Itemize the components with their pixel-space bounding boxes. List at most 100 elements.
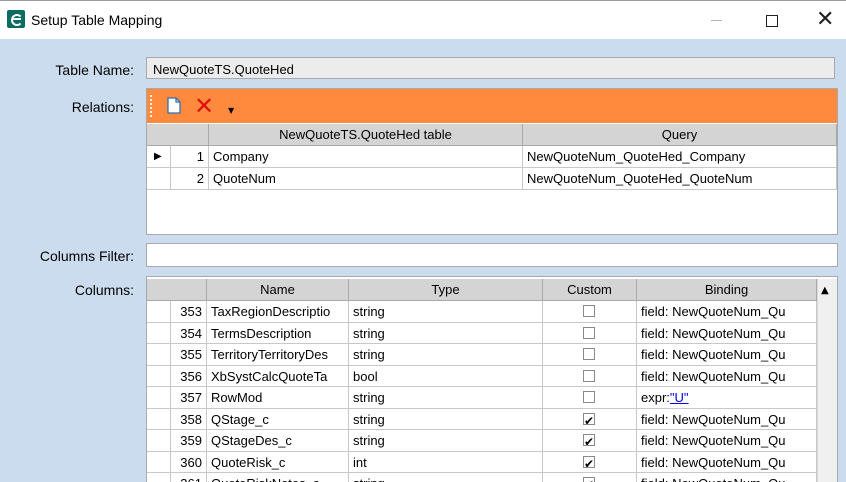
- column-name-cell[interactable]: QStage_c: [207, 408, 349, 430]
- row-selector[interactable]: [147, 301, 171, 323]
- row-number: 353: [171, 301, 207, 323]
- column-type-cell[interactable]: string: [349, 430, 543, 452]
- row-selector[interactable]: [147, 473, 171, 482]
- column-type-cell[interactable]: string: [349, 344, 543, 366]
- new-icon[interactable]: [167, 97, 181, 114]
- column-type-cell[interactable]: string: [349, 387, 543, 409]
- table-row[interactable]: 355 TerritoryTerritoryDes string field: …: [147, 344, 817, 366]
- row-selector[interactable]: [147, 451, 171, 473]
- table-row[interactable]: 356 XbSystCalcQuoteTa bool field: NewQuo…: [147, 365, 817, 387]
- row-selector[interactable]: [147, 430, 171, 452]
- delete-icon[interactable]: ✕: [194, 93, 214, 119]
- relations-header-selector: [147, 124, 209, 146]
- columns-header-custom[interactable]: Custom: [543, 279, 637, 301]
- column-name-cell[interactable]: QuoteRiskNotes_c: [207, 473, 349, 482]
- dropdown-icon[interactable]: ▼: [228, 106, 234, 115]
- custom-cell: [543, 344, 637, 366]
- custom-checkbox[interactable]: [583, 326, 595, 339]
- row-selector[interactable]: [147, 408, 171, 430]
- binding-cell[interactable]: expr:"U": [637, 387, 817, 409]
- table-row[interactable]: 359 QStageDes_c string field: NewQuoteNu…: [147, 430, 817, 452]
- table-row[interactable]: 358 QStage_c string field: NewQuoteNum_Q…: [147, 408, 817, 430]
- binding-expr-link[interactable]: "U": [670, 390, 689, 405]
- custom-checkbox[interactable]: [583, 475, 595, 482]
- row-selector[interactable]: [147, 322, 171, 344]
- table-name-field[interactable]: NewQuoteTS.QuoteHed: [146, 57, 835, 79]
- relations-header-query[interactable]: Query: [523, 124, 837, 146]
- relations-row[interactable]: 2 QuoteNum NewQuoteNum_QuoteHed_QuoteNum: [147, 168, 837, 190]
- custom-checkbox[interactable]: [583, 432, 595, 451]
- row-selector[interactable]: ▶: [147, 146, 171, 168]
- custom-checkbox[interactable]: [583, 369, 595, 382]
- custom-checkbox[interactable]: [583, 454, 595, 472]
- custom-cell: [543, 365, 637, 387]
- relation-query-cell[interactable]: NewQuoteNum_QuoteHed_Company: [523, 146, 837, 168]
- columns-filter-input[interactable]: [146, 243, 838, 267]
- custom-checkbox[interactable]: [583, 411, 595, 429]
- columns-header-name[interactable]: Name: [207, 279, 349, 301]
- table-row[interactable]: 354 TermsDescription string field: NewQu…: [147, 322, 817, 344]
- toolbar-grip: [150, 95, 154, 117]
- custom-cell: [543, 301, 637, 323]
- column-name-cell[interactable]: RowMod: [207, 387, 349, 409]
- maximize-icon: [766, 15, 778, 27]
- binding-expr-prefix: expr:: [641, 390, 670, 405]
- row-number: 358: [171, 408, 207, 430]
- window-title: Setup Table Mapping: [31, 12, 163, 28]
- minimize-button[interactable]: [694, 5, 740, 35]
- binding-cell[interactable]: field: NewQuoteNum_Qu: [637, 408, 817, 430]
- binding-cell[interactable]: field: NewQuoteNum_Qu: [637, 344, 817, 366]
- column-type-cell[interactable]: string: [349, 408, 543, 430]
- relations-header-table[interactable]: NewQuoteTS.QuoteHed table: [209, 124, 523, 146]
- binding-cell[interactable]: field: NewQuoteNum_Qu: [637, 301, 817, 323]
- row-number: 354: [171, 322, 207, 344]
- app-logo-icon: [7, 10, 25, 28]
- column-name-cell[interactable]: XbSystCalcQuoteTa: [207, 365, 349, 387]
- custom-checkbox[interactable]: [583, 348, 595, 360]
- maximize-button[interactable]: [748, 5, 794, 35]
- table-row[interactable]: 353 TaxRegionDescriptio string field: Ne…: [147, 301, 817, 323]
- columns-grid[interactable]: Name Type Custom Binding 353 TaxRegionDe…: [146, 276, 838, 482]
- minimize-icon: [711, 20, 722, 21]
- row-selector[interactable]: [147, 168, 171, 190]
- column-name-cell[interactable]: QuoteRisk_c: [207, 451, 349, 473]
- column-name-cell[interactable]: TaxRegionDescriptio: [207, 301, 349, 323]
- column-type-cell[interactable]: string: [349, 301, 543, 323]
- column-type-cell[interactable]: string: [349, 473, 543, 482]
- custom-cell: [543, 322, 637, 344]
- row-selector[interactable]: [147, 344, 171, 366]
- relations-grid[interactable]: ✕ ▼ NewQuoteTS.QuoteHed table Query ▶ 1 …: [146, 88, 838, 235]
- custom-checkbox[interactable]: [583, 305, 595, 317]
- relation-field-cell[interactable]: Company: [209, 146, 523, 168]
- title-bar[interactable]: Setup Table Mapping ✕: [0, 1, 846, 39]
- columns-header-type[interactable]: Type: [349, 279, 543, 301]
- table-row[interactable]: 357 RowMod string expr:"U": [147, 387, 817, 409]
- columns-filter-label: Columns Filter:: [39, 248, 134, 264]
- row-selector[interactable]: [147, 387, 171, 409]
- column-name-cell[interactable]: QStageDes_c: [207, 430, 349, 452]
- binding-cell[interactable]: field: NewQuoteNum_Qu: [637, 322, 817, 344]
- relation-query-cell[interactable]: NewQuoteNum_QuoteHed_QuoteNum: [523, 168, 837, 190]
- row-selector[interactable]: [147, 365, 171, 387]
- scroll-up-arrow-icon[interactable]: ▲: [821, 285, 829, 296]
- custom-cell: [543, 430, 637, 452]
- binding-cell[interactable]: field: NewQuoteNum_Qu: [637, 473, 817, 482]
- column-type-cell[interactable]: int: [349, 451, 543, 473]
- binding-cell[interactable]: field: NewQuoteNum_Qu: [637, 365, 817, 387]
- binding-cell[interactable]: field: NewQuoteNum_Qu: [637, 430, 817, 452]
- table-name-label: Table Name:: [55, 62, 134, 78]
- columns-scrollbar[interactable]: ▲: [817, 279, 837, 482]
- column-name-cell[interactable]: TerritoryTerritoryDes: [207, 344, 349, 366]
- binding-cell[interactable]: field: NewQuoteNum_Qu: [637, 451, 817, 473]
- columns-header-binding[interactable]: Binding: [637, 279, 817, 301]
- table-row[interactable]: 361 QuoteRiskNotes_c string field: NewQu…: [147, 473, 817, 482]
- relations-row[interactable]: ▶ 1 Company NewQuoteNum_QuoteHed_Company: [147, 146, 837, 168]
- custom-checkbox[interactable]: [583, 391, 595, 403]
- column-type-cell[interactable]: bool: [349, 365, 543, 387]
- table-row[interactable]: 360 QuoteRisk_c int field: NewQuoteNum_Q…: [147, 451, 817, 473]
- column-name-cell[interactable]: TermsDescription: [207, 322, 349, 344]
- column-type-cell[interactable]: string: [349, 322, 543, 344]
- columns-header-selector: [147, 279, 207, 301]
- close-button[interactable]: ✕: [800, 5, 846, 35]
- relation-field-cell[interactable]: QuoteNum: [209, 168, 523, 190]
